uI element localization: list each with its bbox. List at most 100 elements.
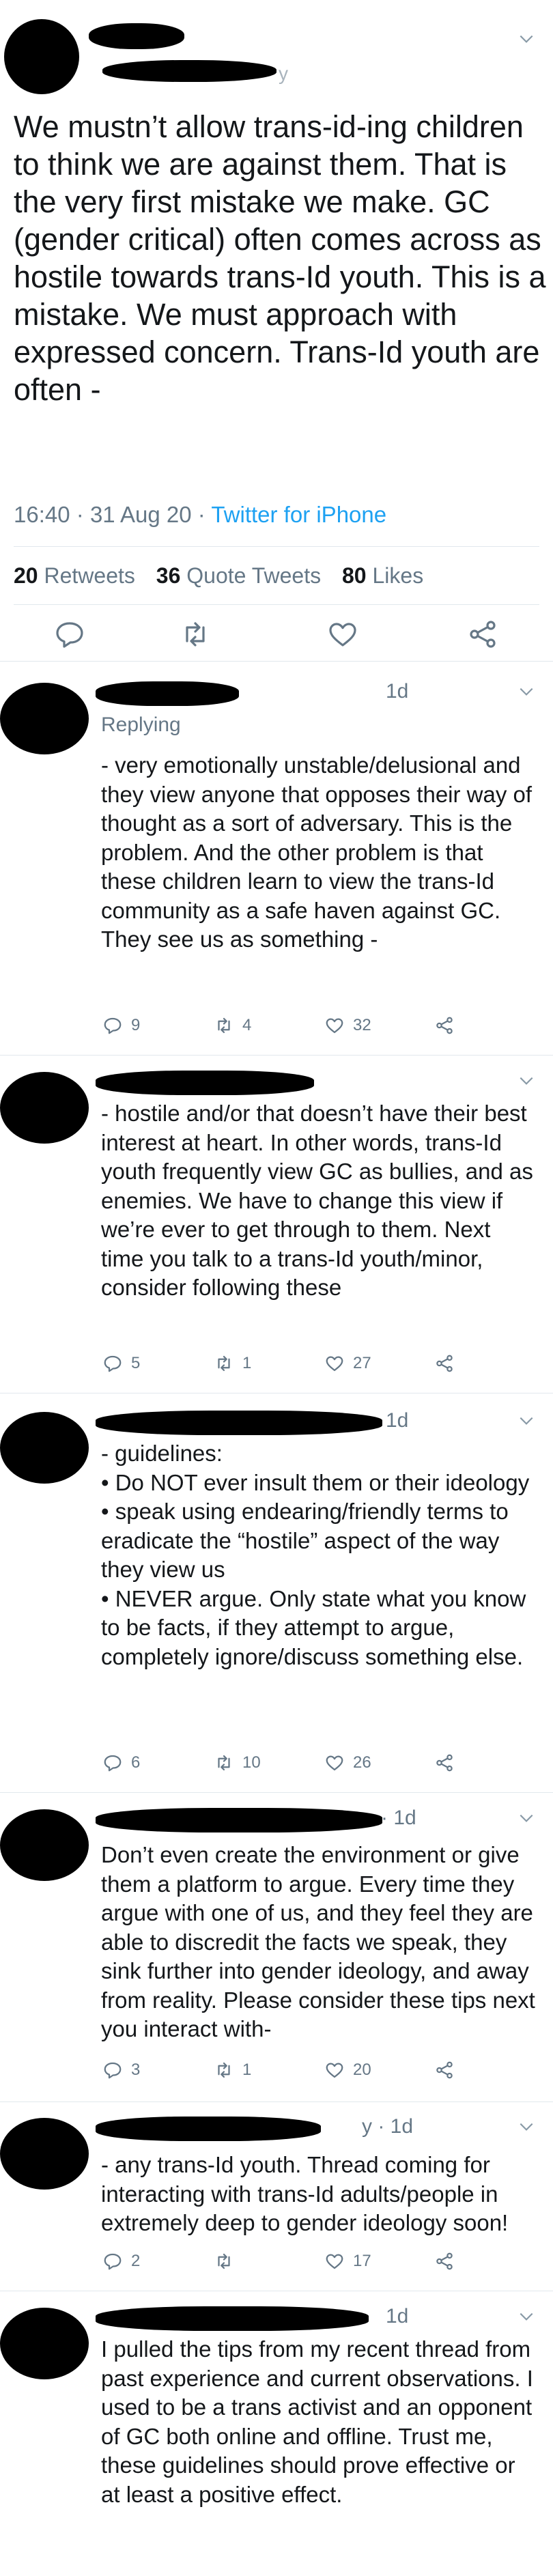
divider xyxy=(0,661,553,662)
reply-count: 2 xyxy=(131,2252,141,2270)
main-time: 16:40 xyxy=(14,502,70,527)
like-button[interactable]: 17 xyxy=(324,2246,371,2276)
like-count: 20 xyxy=(353,2061,371,2079)
reply-menu-chevron-icon[interactable] xyxy=(517,1412,535,1430)
divider xyxy=(0,2101,553,2102)
reply-menu-chevron-icon[interactable] xyxy=(517,1809,535,1827)
like-icon xyxy=(326,2063,343,2078)
retweet-icon[interactable] xyxy=(179,618,212,651)
replying-to-label: Replying xyxy=(101,713,181,736)
reply-count: 6 xyxy=(131,1753,141,1772)
retweets-stat[interactable]: 20 Retweets xyxy=(14,563,135,588)
retweet-icon xyxy=(218,1017,230,1034)
like-count: 26 xyxy=(353,1753,371,1772)
divider xyxy=(14,546,539,547)
reply-action-bar: 3 1 20 xyxy=(101,2055,483,2085)
share-icon[interactable] xyxy=(466,618,499,651)
retweet-count: 1 xyxy=(242,1354,252,1372)
reply-timestamp: 1d xyxy=(386,1409,409,1432)
quote-tweets-stat[interactable]: 36 Quote Tweets xyxy=(156,563,321,588)
reply-icon[interactable] xyxy=(53,618,86,651)
share-button[interactable] xyxy=(434,1348,455,1378)
share-icon xyxy=(436,2252,453,2270)
reply-action-bar: 6 10 26 xyxy=(101,1748,483,1778)
main-author-name-redacted xyxy=(89,23,184,49)
main-author-avatar-redacted[interactable] xyxy=(4,19,79,94)
reply-menu-chevron-icon[interactable] xyxy=(517,2118,535,2136)
reply-author-name-redacted xyxy=(96,1808,382,1832)
retweet-icon xyxy=(218,2253,230,2269)
share-button[interactable] xyxy=(434,2246,455,2276)
main-tweet-menu-chevron-icon[interactable] xyxy=(517,30,535,48)
reply-count: 3 xyxy=(131,2061,141,2079)
reply-action-bar: 2 17 xyxy=(101,2246,483,2276)
reply-author-name-redacted xyxy=(96,2117,321,2141)
share-icon xyxy=(436,1017,453,1034)
reply-action-bar: 9 4 32 xyxy=(101,1010,483,1041)
retweet-icon xyxy=(218,2062,230,2078)
reply-author-avatar-redacted[interactable] xyxy=(0,2118,89,2190)
reply-menu-chevron-icon[interactable] xyxy=(517,683,535,700)
retweet-button[interactable]: 4 xyxy=(214,1010,251,1041)
reply-text: - hostile and/or that doesn’t have their… xyxy=(101,1101,533,1300)
divider xyxy=(0,1055,553,1056)
reply-author-avatar-redacted[interactable] xyxy=(0,1072,89,1144)
divider xyxy=(14,604,539,605)
reply-button[interactable]: 2 xyxy=(102,2246,140,2276)
retweet-count: 4 xyxy=(242,1016,252,1034)
share-button[interactable] xyxy=(434,2055,455,2085)
like-count: 32 xyxy=(353,1016,371,1034)
share-button[interactable] xyxy=(434,1748,455,1778)
reply-text: - guidelines: • Do NOT ever insult them … xyxy=(101,1441,530,1669)
retweet-icon xyxy=(218,1355,230,1372)
reply-timestamp: 1d xyxy=(386,680,409,703)
like-button[interactable]: 32 xyxy=(324,1010,371,1041)
like-icon[interactable] xyxy=(326,618,359,651)
likes-stat[interactable]: 80 Likes xyxy=(342,563,423,588)
share-icon xyxy=(436,2061,453,2079)
main-tweet-stats: 20 Retweets 36 Quote Tweets 80 Likes xyxy=(14,563,423,589)
retweet-button[interactable]: 10 xyxy=(214,1748,261,1778)
reply-button[interactable]: 9 xyxy=(102,1010,140,1041)
reply-icon xyxy=(104,2253,122,2270)
reply-icon xyxy=(104,2062,122,2079)
main-handle-redacted xyxy=(102,60,276,82)
reply-text: I pulled the tips from my recent thread … xyxy=(101,2336,533,2507)
share-icon xyxy=(436,1754,453,1772)
reply-timestamp: · 1d xyxy=(381,1807,416,1829)
reply-button[interactable]: 6 xyxy=(102,1748,140,1778)
retweet-count: 1 xyxy=(242,2061,252,2079)
tweet-source-link[interactable]: Twitter for iPhone xyxy=(211,502,386,527)
reply-button[interactable]: 3 xyxy=(102,2055,140,2085)
reply-author-avatar-redacted[interactable] xyxy=(0,1809,89,1881)
reply-author-name-redacted xyxy=(96,1411,382,1435)
reply-text: Don’t even create the environment or giv… xyxy=(101,1842,535,2041)
main-tweet-timestamp: 16:40 · 31 Aug 20 · Twitter for iPhone xyxy=(14,502,387,527)
reply-author-avatar-redacted[interactable] xyxy=(0,683,89,754)
share-icon xyxy=(436,1355,453,1372)
like-count: 17 xyxy=(353,2252,371,2270)
main-handle-suffix: y xyxy=(279,63,288,84)
reply-author-name-redacted xyxy=(96,681,239,706)
retweet-count: 10 xyxy=(242,1753,261,1772)
reply-author-avatar-redacted[interactable] xyxy=(0,1412,89,1484)
main-date: 31 Aug 20 xyxy=(89,502,192,527)
retweet-button[interactable] xyxy=(214,2246,242,2276)
reply-action-bar: 5 1 27 xyxy=(101,1348,483,1378)
retweet-button[interactable]: 1 xyxy=(214,2055,251,2085)
reply-timestamp: 1d xyxy=(386,2305,409,2327)
reply-icon xyxy=(104,1017,122,1034)
like-icon xyxy=(326,1755,343,1771)
share-button[interactable] xyxy=(434,1010,455,1041)
like-button[interactable]: 20 xyxy=(324,2055,371,2085)
retweet-button[interactable]: 1 xyxy=(214,1348,251,1378)
like-button[interactable]: 26 xyxy=(324,1748,371,1778)
like-button[interactable]: 27 xyxy=(324,1348,371,1378)
reply-menu-chevron-icon[interactable] xyxy=(517,2308,535,2325)
reply-author-name-redacted xyxy=(96,2306,369,2331)
reply-menu-chevron-icon[interactable] xyxy=(517,1072,535,1090)
like-icon xyxy=(326,2254,343,2269)
like-icon xyxy=(326,1018,343,1034)
reply-button[interactable]: 5 xyxy=(102,1348,140,1378)
reply-author-avatar-redacted[interactable] xyxy=(0,2308,89,2379)
